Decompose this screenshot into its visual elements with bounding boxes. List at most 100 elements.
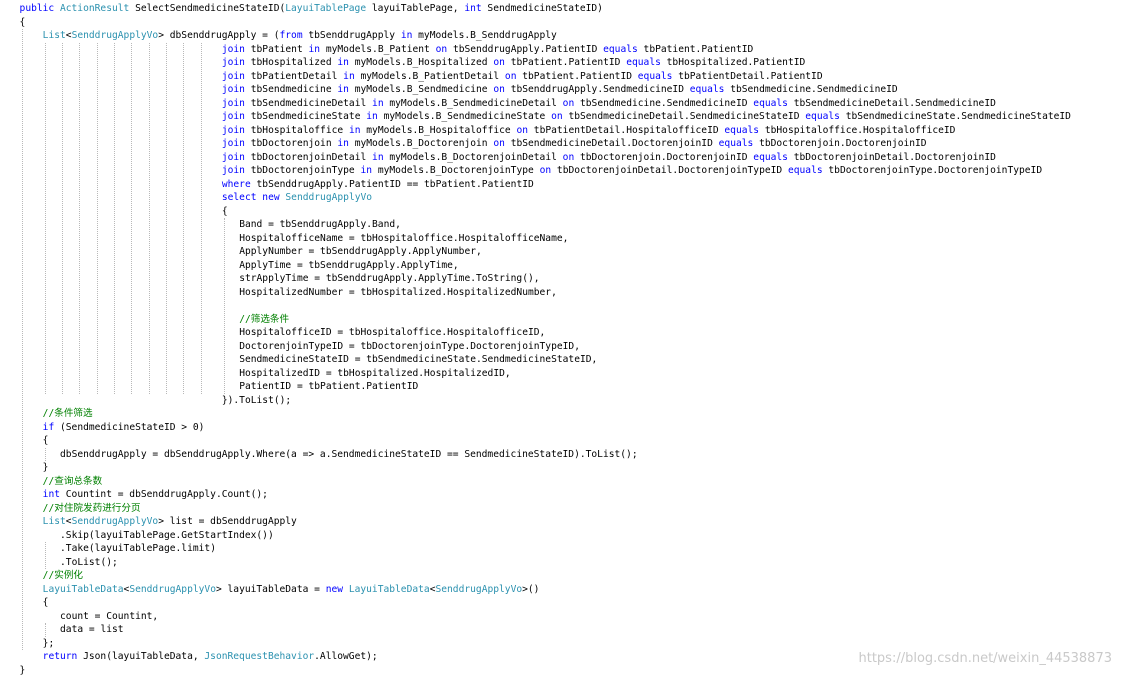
code-token: myModels.B_PatientDetail: [355, 71, 505, 82]
code-line: .Take(layuiTablePage.limit): [60, 542, 216, 556]
code-line: }).ToList();: [222, 394, 291, 408]
code-token: LayuiTableData: [43, 584, 124, 595]
code-token: myModels.B_DoctorenjoinDetail: [384, 152, 563, 163]
code-line: return Json(layuiTableData, JsonRequestB…: [43, 650, 378, 664]
code-line: //条件筛选: [43, 407, 93, 421]
code-token: tbSendmedicineDetail.DoctorenjoinID: [505, 138, 719, 149]
code-token: equals: [690, 84, 725, 95]
code-token: count = Countint,: [60, 611, 158, 622]
indent-guide: [114, 43, 115, 394]
code-line: select new SenddrugApplyVo: [222, 191, 372, 205]
code-line: strApplyTime = tbSenddrugApply.ApplyTime…: [239, 272, 539, 286]
code-token: myModels.B_Hospitalized: [349, 57, 493, 68]
code-token: in: [372, 152, 384, 163]
code-line: HospitalizedNumber = tbHospitalized.Hosp…: [239, 286, 557, 300]
code-token: tbSendmedicine.SendmedicineID: [574, 98, 753, 109]
code-line: count = Countint,: [60, 610, 158, 624]
code-token: on: [493, 84, 505, 95]
code-token: join: [222, 84, 245, 95]
code-token: tbSendmedicineDetail: [245, 98, 372, 109]
code-line: LayuiTableData<SenddrugApplyVo> layuiTab…: [43, 583, 540, 597]
code-token: strApplyTime = tbSenddrugApply.ApplyTime…: [239, 273, 539, 284]
code-token: in: [372, 98, 384, 109]
code-token: }: [43, 462, 49, 473]
code-line: join tbDoctorenjoinDetail in myModels.B_…: [222, 151, 996, 165]
code-token: Band = tbSenddrugApply.Band,: [239, 219, 401, 230]
code-token: .ToList();: [60, 557, 118, 568]
code-line: join tbDoctorenjoinType in myModels.B_Do…: [222, 164, 1042, 178]
code-token: on: [516, 125, 528, 136]
code-token: equals: [626, 57, 661, 68]
code-token: //对住院发药进行分页: [43, 503, 141, 514]
code-token: myModels.B_SendmedicineState: [378, 111, 551, 122]
code-token: ActionResult: [60, 3, 129, 14]
indent-guide: [166, 43, 167, 394]
code-token: return: [43, 651, 83, 662]
code-token: join: [222, 98, 245, 109]
code-line: ApplyTime = tbSenddrugApply.ApplyTime,: [239, 259, 459, 273]
indent-guide: [131, 43, 132, 394]
code-line: if (SendmedicineStateID > 0): [43, 421, 205, 435]
indent-guide: [201, 43, 202, 394]
code-token: join: [222, 152, 245, 163]
code-token: tbDoctorenjoinType: [245, 165, 361, 176]
watermark-text: https://blog.csdn.net/weixin_44538873: [858, 651, 1112, 666]
code-token: where: [222, 179, 251, 190]
code-token: HospitalizedID = tbHospitalized.Hospital…: [239, 368, 510, 379]
code-token: myModels.B_SendmedicineDetail: [384, 98, 563, 109]
code-token: int: [43, 489, 60, 500]
code-token: equals: [724, 125, 759, 136]
indent-guide: [79, 43, 80, 394]
code-line: .Skip(layuiTablePage.GetStartIndex()): [60, 529, 274, 543]
code-editor[interactable]: public ActionResult SelectSendmedicineSt…: [0, 0, 1122, 674]
code-token: SenddrugApplyVo: [129, 584, 216, 595]
indent-guide: [149, 43, 150, 394]
code-line: join tbSendmedicineState in myModels.B_S…: [222, 110, 1071, 124]
code-token: myModels.B_Patient: [320, 44, 436, 55]
code-token: on: [505, 71, 517, 82]
code-token: tbDoctorenjoinDetail: [245, 152, 372, 163]
code-line: HospitalofficeID = tbHospitaloffice.Hosp…: [239, 326, 545, 340]
code-token: in: [337, 84, 349, 95]
code-token: equals: [805, 111, 840, 122]
code-token: tbDoctorenjoin.DoctorenjoinID: [753, 138, 926, 149]
code-token: on: [493, 57, 505, 68]
code-token: tbSenddrugApply.SendmedicineID: [505, 84, 690, 95]
indent-guide: [22, 29, 23, 650]
code-token: SenddrugApplyVo: [435, 584, 522, 595]
code-token: //条件筛选: [43, 408, 93, 419]
code-line: List<SenddrugApplyVo> list = dbSenddrugA…: [43, 515, 297, 529]
code-token: on: [563, 152, 575, 163]
code-line: join tbDoctorenjoin in myModels.B_Doctor…: [222, 137, 927, 151]
code-token: tbDoctorenjoin.DoctorenjoinID: [574, 152, 753, 163]
code-token: equals: [638, 71, 673, 82]
code-token: tbSendmedicineState: [245, 111, 366, 122]
code-line: dbSenddrugApply = dbSenddrugApply.Where(…: [60, 448, 638, 462]
code-token: join: [222, 44, 245, 55]
code-token: int: [464, 3, 481, 14]
code-token: tbPatient.PatientID: [638, 44, 754, 55]
code-line: join tbPatientDetail in myModels.B_Patie…: [222, 70, 823, 84]
code-token: .Take(layuiTablePage.limit): [60, 543, 216, 554]
code-token: LayuiTablePage: [285, 3, 366, 14]
code-token: {: [43, 435, 49, 446]
code-line: join tbHospitaloffice in myModels.B_Hosp…: [222, 124, 956, 138]
indent-guide: [224, 218, 225, 394]
indent-guide: [45, 623, 46, 637]
code-line: HospitalofficeName = tbHospitaloffice.Ho…: [239, 232, 568, 246]
code-line: data = list: [60, 623, 124, 637]
code-token: in: [361, 165, 373, 176]
code-line: {: [43, 434, 49, 448]
code-token: select new: [222, 192, 286, 203]
code-token: dbSenddrugApply = dbSenddrugApply.Where(…: [60, 449, 638, 460]
code-token: .Skip(layuiTablePage.GetStartIndex()): [60, 530, 274, 541]
code-token: join: [222, 57, 245, 68]
code-token: SenddrugApplyVo: [72, 516, 159, 527]
code-line: join tbPatient in myModels.B_Patient on …: [222, 43, 753, 57]
code-token: in: [337, 57, 349, 68]
code-token: }).ToList();: [222, 395, 291, 406]
code-token: if: [43, 422, 55, 433]
code-line: PatientID = tbPatient.PatientID: [239, 380, 418, 394]
code-token: Countint = dbSenddrugApply.Count();: [60, 489, 268, 500]
code-line: .ToList();: [60, 556, 118, 570]
